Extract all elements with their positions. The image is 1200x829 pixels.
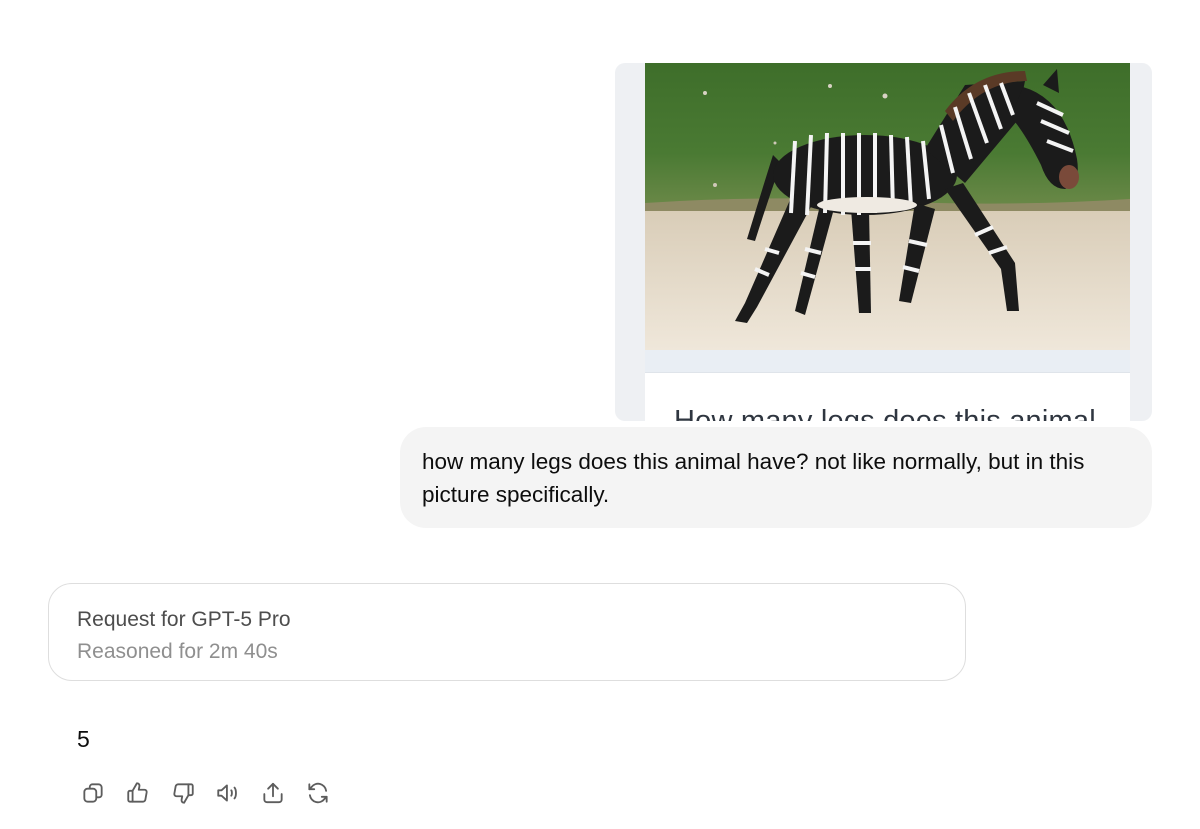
attachment-caption-area: How many legs does this animal <box>645 373 1130 421</box>
message-actions-toolbar <box>76 776 334 810</box>
read-aloud-button[interactable] <box>211 776 244 809</box>
thumbs-down-button[interactable] <box>166 776 199 809</box>
zebra-photo <box>645 63 1130 350</box>
image-attachment[interactable]: How many legs does this animal <box>615 63 1152 421</box>
reasoning-title: Request for GPT-5 Pro <box>77 608 291 631</box>
assistant-answer: 5 <box>77 726 90 752</box>
share-icon <box>262 782 283 803</box>
attachment-caption: How many legs does this animal <box>674 405 1096 421</box>
share-button[interactable] <box>256 776 289 809</box>
reasoning-card[interactable]: Request for GPT-5 Pro Reasoned for 2m 40… <box>48 583 966 681</box>
refresh-icon <box>307 782 328 803</box>
reasoning-duration: Reasoned for 2m 40s <box>77 640 278 663</box>
copy-icon <box>82 782 103 803</box>
chat-page: How many legs does this animal how many … <box>0 0 1200 829</box>
attachment-divider <box>645 350 1130 373</box>
copy-button[interactable] <box>76 776 109 809</box>
thumbs-up-icon <box>126 781 148 803</box>
thumbs-down-icon <box>172 782 194 804</box>
regenerate-button[interactable] <box>301 776 334 809</box>
thumbs-up-button[interactable] <box>121 776 154 809</box>
speaker-icon <box>216 783 237 802</box>
user-message-bubble: how many legs does this animal have? not… <box>400 427 1152 528</box>
